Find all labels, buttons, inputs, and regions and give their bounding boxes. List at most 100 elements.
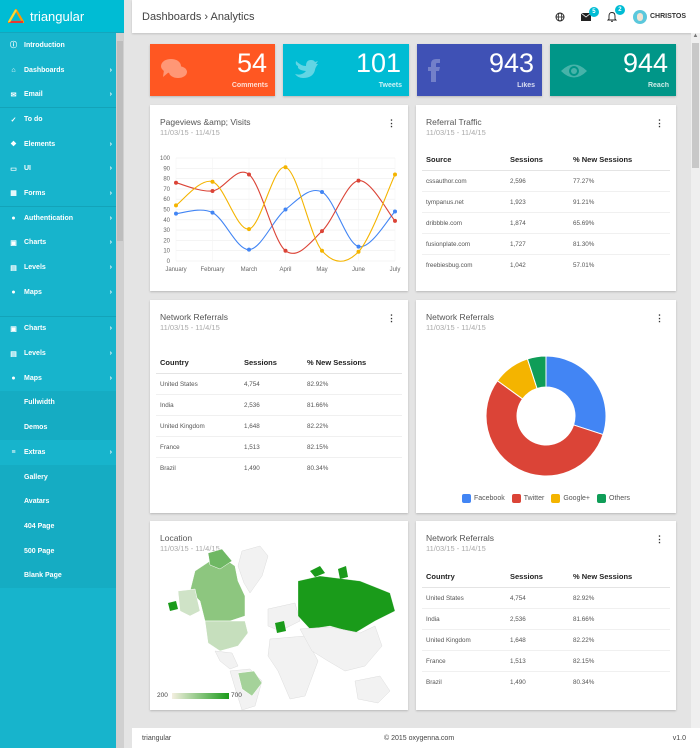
network-referrals-table-2: Country Sessions% New Sessions United Stat… (422, 566, 670, 693)
table-row[interactable]: freebiesbug.com 1,042 57.01% (422, 255, 670, 276)
notifications-button[interactable]: 2 (606, 5, 625, 22)
sidebar-item-dashboards[interactable]: ⌂ Dashboards › (0, 58, 124, 83)
chevron-right-icon: › (109, 264, 112, 272)
sidebar-scrollbar[interactable] (116, 33, 124, 748)
sidebar-item-blank-page[interactable]: Blank Page (0, 563, 124, 589)
legend-item[interactable]: Facebook (461, 494, 505, 503)
footer-copyright[interactable]: © 2015 oxygenna.com (384, 735, 454, 742)
messages-button[interactable]: 5 (580, 6, 599, 21)
data-point-red (247, 172, 251, 177)
table-row[interactable]: Brazil 1,490 80.34% (422, 672, 670, 693)
data-point-yellow (247, 227, 251, 232)
table-row[interactable]: United Kingdom 1,648 82.22% (156, 416, 402, 437)
sidebar-item-charts[interactable]: ▣ Charts › (0, 317, 124, 342)
sidebar-item-avatars[interactable]: Avatars (0, 489, 124, 515)
table-header: Source Sessions% New Sessions (422, 149, 670, 171)
stat-card-reach[interactable]: 944 Reach (550, 44, 676, 96)
table-row[interactable]: India 2,536 81.66% (422, 609, 670, 630)
legend-swatch (511, 494, 521, 503)
sidebar-item-ui[interactable]: ▭ UI › (0, 156, 124, 181)
sidebar-item-authentication[interactable]: ● Authentication › (0, 205, 124, 231)
language-button[interactable] (555, 12, 565, 22)
world-map[interactable] (150, 521, 408, 710)
data-point-red (320, 229, 324, 234)
ui-icon: ▭ (10, 165, 17, 173)
table-cell: United States (160, 380, 198, 388)
sidebar-item-maps[interactable]: ● Maps › (0, 366, 124, 391)
sidebar-item-maps[interactable]: ● Maps › (0, 280, 124, 305)
table-cell: 81.66% (573, 615, 595, 623)
x-tick-label: April (279, 267, 291, 273)
table-row[interactable]: Brazil 1,490 80.34% (156, 458, 402, 479)
column-header[interactable]: Source (426, 155, 510, 164)
sidebar-item-charts[interactable]: ▣ Charts › (0, 231, 124, 256)
y-tick-label: 70 (163, 187, 170, 193)
sidebar-item-fullwidth[interactable]: Fullwidth (0, 390, 124, 416)
legend-item[interactable]: Twitter (511, 494, 544, 503)
table-row[interactable]: France 1,513 82.15% (422, 651, 670, 672)
column-header[interactable]: Country (426, 572, 510, 581)
sidebar-item-label: Levels (24, 350, 46, 358)
more-vert-icon[interactable]: ⋮ (387, 314, 396, 323)
sidebar-item-404-page[interactable]: 404 Page (0, 514, 124, 539)
sidebar-item-levels[interactable]: ▤ Levels › (0, 341, 124, 366)
main-scrollbar-thumb[interactable] (692, 43, 699, 168)
more-vert-icon[interactable]: ⋮ (655, 535, 664, 544)
footer: triangular © 2015 oxygenna.com v1.0 (132, 728, 700, 748)
sidebar-item-levels[interactable]: ▤ Levels › (0, 255, 124, 280)
table-row[interactable]: fusionplate.com 1,727 81.30% (422, 234, 670, 255)
table-cell: 77.27% (573, 177, 595, 185)
y-tick-label: 60 (163, 197, 170, 203)
y-tick-label: 30 (163, 228, 170, 234)
table-row[interactable]: United Kingdom 1,648 82.22% (422, 630, 670, 651)
brand[interactable]: triangular (0, 0, 124, 33)
donut-slice-facebook[interactable] (545, 355, 607, 436)
column-header[interactable]: % New Sessions (307, 358, 366, 367)
table-row[interactable]: France 1,513 82.15% (156, 437, 402, 458)
column-header[interactable]: Country (160, 358, 244, 367)
sidebar-item-email[interactable]: ✉ Email › (0, 82, 124, 107)
table-row[interactable]: tympanus.net 1,923 91.21% (422, 192, 670, 213)
sidebar-item-introduction[interactable]: ⓘ Introduction (0, 33, 124, 58)
y-tick-label: 80 (163, 177, 170, 183)
breadcrumb[interactable]: Dashboards › Analytics (142, 11, 255, 23)
user-menu[interactable]: CHRISTOS (632, 9, 686, 24)
map-pin-icon: ● (11, 374, 16, 382)
legend-item[interactable]: Google+ (551, 494, 590, 503)
table-cell: 81.30% (573, 240, 595, 248)
column-header[interactable]: Sessions (510, 572, 573, 581)
table-cell: 1,874 (510, 219, 526, 227)
legend-item[interactable]: Others (597, 494, 630, 503)
table-row[interactable]: United States 4,754 82.92% (156, 374, 402, 395)
y-tick-label: 100 (160, 156, 171, 162)
sidebar-item-500-page[interactable]: 500 Page (0, 538, 124, 564)
sidebar-item-elements[interactable]: ❖ Elements › (0, 132, 124, 157)
sidebar-item-demos[interactable]: Demos (0, 415, 124, 440)
sidebar-item-extras[interactable]: ≡ Extras › (0, 440, 124, 465)
stat-card-comments[interactable]: 54 Comments (150, 44, 275, 96)
table-cell: 82.92% (307, 380, 329, 388)
table-cell: 1,648 (244, 422, 260, 430)
table-row[interactable]: India 2,536 81.66% (156, 395, 402, 416)
main-scrollbar[interactable]: ▲ (691, 33, 700, 733)
sidebar-item-to-do[interactable]: ✓ To do (0, 107, 124, 132)
sidebar-item-forms[interactable]: ▦ Forms › (0, 181, 124, 206)
stat-card-tweets[interactable]: 101 Tweets (283, 44, 409, 96)
column-header[interactable]: % New Sessions (573, 155, 632, 164)
column-header[interactable]: Sessions (510, 155, 573, 164)
stat-card-likes[interactable]: 943 Likes (417, 44, 542, 96)
sidebar-scrollbar-thumb[interactable] (117, 41, 123, 241)
column-header[interactable]: % New Sessions (573, 572, 632, 581)
table-cell: France (426, 657, 446, 665)
table-row[interactable]: cssauthor.com 2,596 77.27% (422, 171, 670, 192)
more-vert-icon[interactable]: ⋮ (655, 119, 664, 128)
app: triangular ⓘ Introduction ⌂ Dashboards › ✉ Ema… (0, 0, 700, 748)
legend-swatch (551, 494, 561, 503)
table-row[interactable]: dribbble.com 1,874 65.69% (422, 213, 670, 234)
data-point-blue (320, 189, 324, 194)
column-header[interactable]: Sessions (244, 358, 307, 367)
scroll-up-arrow-icon[interactable]: ▲ (691, 33, 700, 42)
sidebar-item-gallery[interactable]: Gallery (0, 464, 124, 490)
table-row[interactable]: United States 4,754 82.92% (422, 588, 670, 609)
data-point-blue (393, 209, 397, 214)
